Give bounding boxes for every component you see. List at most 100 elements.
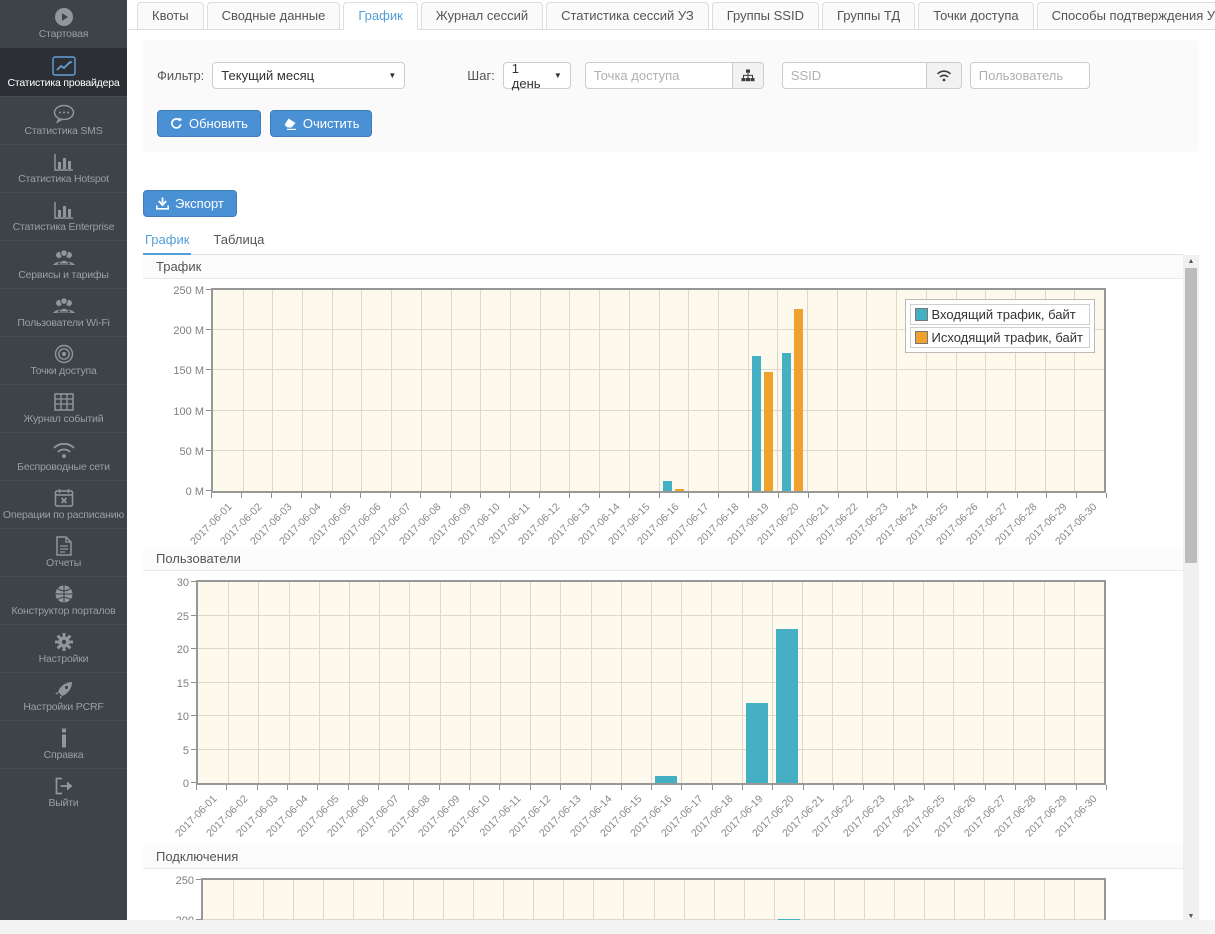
legend-label: Исходящий трафик, байт bbox=[932, 330, 1083, 345]
gridline bbox=[213, 369, 1104, 370]
gridline bbox=[289, 582, 290, 783]
x-axis-tick bbox=[241, 493, 242, 498]
gridline bbox=[213, 450, 1104, 451]
bar bbox=[752, 356, 761, 491]
target-icon bbox=[0, 343, 127, 364]
sign-out-icon bbox=[0, 775, 127, 796]
sidebar-item-1[interactable]: Стартовая bbox=[0, 0, 127, 48]
scroll-up-arrow-icon[interactable]: ▲ bbox=[1183, 255, 1199, 268]
sidebar-item-12[interactable]: Отчеты bbox=[0, 528, 127, 576]
subtab-chart[interactable]: График bbox=[143, 232, 191, 255]
clear-button[interactable]: Очистить bbox=[270, 110, 373, 137]
y-axis-tick bbox=[206, 450, 211, 451]
x-axis-tick bbox=[560, 785, 561, 790]
sidebar-item-6[interactable]: Сервисы и тарифы bbox=[0, 240, 127, 288]
gridline bbox=[807, 290, 808, 491]
tab-9[interactable]: Способы подтверждения УЗ bbox=[1037, 2, 1215, 30]
y-axis-tick bbox=[206, 369, 211, 370]
access-point-input[interactable] bbox=[585, 62, 732, 89]
bar bbox=[794, 309, 803, 492]
gridline bbox=[866, 290, 867, 491]
sidebar-item-14[interactable]: Настройки bbox=[0, 624, 127, 672]
gridline bbox=[923, 582, 924, 783]
x-axis-tick bbox=[867, 493, 868, 498]
x-axis-tick bbox=[1017, 493, 1018, 498]
legend-entry: Исходящий трафик, байт bbox=[910, 327, 1090, 348]
export-button[interactable]: Экспорт bbox=[143, 190, 237, 217]
gridline bbox=[742, 582, 743, 783]
refresh-button[interactable]: Обновить bbox=[157, 110, 261, 137]
tab-5[interactable]: Статистика сессий УЗ bbox=[546, 2, 709, 30]
filter-panel: Фильтр: Текущий месяц ▼ Шаг: 1 день ▼ bbox=[143, 40, 1199, 152]
tab-4[interactable]: Журнал сессий bbox=[421, 2, 543, 30]
gridline bbox=[213, 410, 1104, 411]
sidebar-item-7[interactable]: Пользователи Wi-Fi bbox=[0, 288, 127, 336]
tab-2[interactable]: Сводные данные bbox=[207, 2, 341, 30]
sidebar-item-9[interactable]: Журнал событий bbox=[0, 384, 127, 432]
gridline bbox=[353, 880, 354, 923]
step-select[interactable]: 1 день ▼ bbox=[503, 62, 571, 89]
tab-7[interactable]: Группы ТД bbox=[822, 2, 915, 30]
gridline bbox=[623, 880, 624, 923]
sidebar-item-11[interactable]: Операции по расписанию bbox=[0, 480, 127, 528]
gridline bbox=[896, 290, 897, 491]
x-axis-tick bbox=[348, 785, 349, 790]
x-axis-tick bbox=[838, 493, 839, 498]
x-axis-tick bbox=[599, 493, 600, 498]
gridline bbox=[560, 582, 561, 783]
access-point-tree-button[interactable] bbox=[732, 62, 764, 89]
sidebar-item-2[interactable]: Статистика провайдера bbox=[0, 48, 127, 96]
sidebar: СтартоваяСтатистика провайдераСтатистика… bbox=[0, 0, 127, 920]
clear-button-label: Очистить bbox=[303, 116, 360, 131]
gridline bbox=[198, 682, 1104, 683]
gridline bbox=[591, 582, 592, 783]
sidebar-item-3[interactable]: Статистика SMS bbox=[0, 96, 127, 144]
user-input[interactable] bbox=[970, 62, 1090, 89]
tab-8[interactable]: Точки доступа bbox=[918, 2, 1033, 30]
chart-body: 0510152025302017-06-012017-06-022017-06-… bbox=[143, 571, 1183, 839]
gridline bbox=[744, 880, 745, 923]
gridline bbox=[413, 880, 414, 923]
x-axis-tick bbox=[863, 785, 864, 790]
gridline bbox=[503, 880, 504, 923]
sidebar-item-13[interactable]: Конструктор порталов bbox=[0, 576, 127, 624]
y-axis-tick bbox=[191, 615, 196, 616]
x-axis-tick bbox=[226, 785, 227, 790]
legend-swatch bbox=[915, 331, 928, 344]
charts-scrollbar[interactable]: ▲ ▼ bbox=[1183, 255, 1199, 923]
gridline bbox=[263, 880, 264, 923]
gridline bbox=[293, 880, 294, 923]
sidebar-item-label: Настройки bbox=[0, 652, 127, 665]
x-axis-tick bbox=[1106, 785, 1107, 790]
gridline bbox=[379, 582, 380, 783]
sidebar-item-5[interactable]: Статистика Enterprise bbox=[0, 192, 127, 240]
tab-1[interactable]: Квоты bbox=[137, 2, 204, 30]
sidebar-item-label: Операции по расписанию bbox=[0, 508, 127, 521]
gridline bbox=[233, 880, 234, 923]
x-axis-tick bbox=[808, 493, 809, 498]
sidebar-item-17[interactable]: Выйти bbox=[0, 768, 127, 816]
chart-panel-1: Трафик0 M50 M100 M150 M200 M250 MВходящи… bbox=[143, 255, 1183, 547]
scrollbar-thumb[interactable] bbox=[1185, 268, 1197, 563]
y-axis-label: 100 M bbox=[146, 406, 204, 418]
calendar-x-icon bbox=[0, 487, 127, 508]
ssid-input[interactable] bbox=[782, 62, 926, 89]
sidebar-item-15[interactable]: Настройки PCRF bbox=[0, 672, 127, 720]
chart-body: 0 M50 M100 M150 M200 M250 MВходящий траф… bbox=[143, 279, 1183, 547]
org-tree-icon bbox=[741, 69, 755, 82]
sidebar-item-4[interactable]: Статистика Hotspot bbox=[0, 144, 127, 192]
gridline bbox=[837, 290, 838, 491]
gridline bbox=[1014, 880, 1015, 923]
sidebar-item-16[interactable]: Справка bbox=[0, 720, 127, 768]
subtab-table[interactable]: Таблица bbox=[211, 232, 266, 254]
x-axis-tick bbox=[390, 493, 391, 498]
gridline bbox=[924, 880, 925, 923]
x-axis-tick bbox=[408, 785, 409, 790]
period-select[interactable]: Текущий месяц ▼ bbox=[212, 62, 405, 89]
sidebar-item-10[interactable]: Беспроводные сети bbox=[0, 432, 127, 480]
tab-6[interactable]: Группы SSID bbox=[712, 2, 819, 30]
gridline bbox=[533, 880, 534, 923]
sidebar-item-8[interactable]: Точки доступа bbox=[0, 336, 127, 384]
tab-3[interactable]: График bbox=[343, 2, 417, 30]
ssid-list-button[interactable] bbox=[926, 62, 962, 89]
